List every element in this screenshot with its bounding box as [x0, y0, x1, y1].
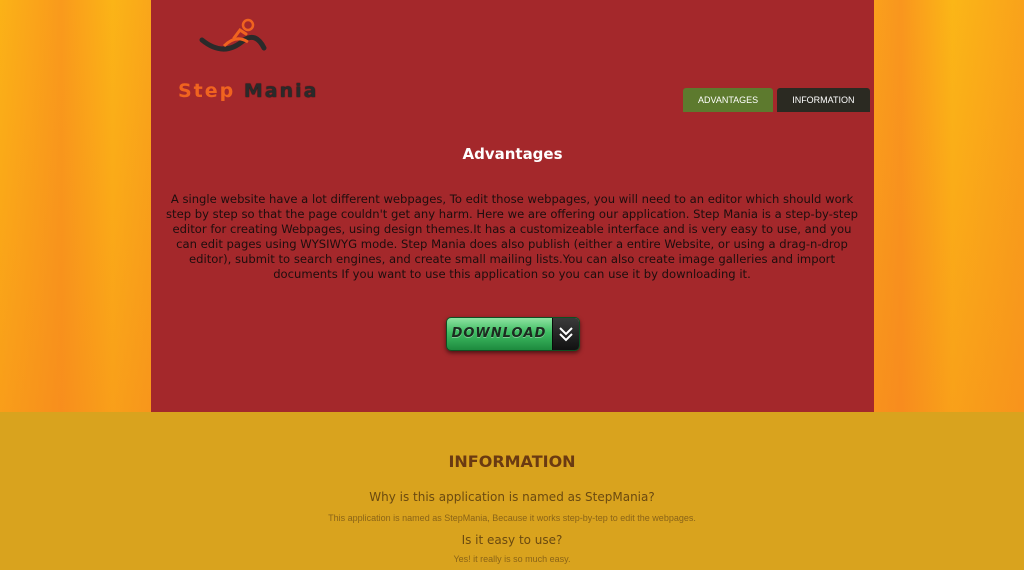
faq-question: Is it easy to use? [461, 533, 563, 547]
double-chevron-down-icon [552, 318, 579, 350]
information-section: INFORMATION Why is this application is n… [0, 412, 1024, 570]
faq-answer: This application is named as StepMania, … [328, 513, 696, 523]
download-label: DOWNLOAD [451, 326, 547, 341]
logo-word-step: Step [178, 80, 236, 102]
logo-text: Step Mania [178, 80, 318, 102]
advantages-title: Advantages [462, 145, 563, 163]
runner-logo-icon [199, 18, 267, 52]
nav-tabs: ADVANTAGES INFORMATION [683, 88, 870, 112]
information-title: INFORMATION [448, 452, 576, 471]
step-mania-logo[interactable]: Step Mania [164, 18, 316, 102]
faq-answer: Yes! it really is so much easy. [453, 554, 571, 564]
tab-information[interactable]: INFORMATION [777, 88, 870, 112]
tab-advantages[interactable]: ADVANTAGES [683, 88, 774, 112]
advantages-text: A single website have a lot different we… [166, 192, 858, 281]
logo-word-mania: Mania [243, 80, 319, 102]
faq-question: Why is this application is named as Step… [369, 490, 655, 504]
header-panel: Step Mania ADVANTAGES INFORMATION Advant… [151, 0, 874, 412]
download-button[interactable]: DOWNLOAD [446, 317, 580, 351]
